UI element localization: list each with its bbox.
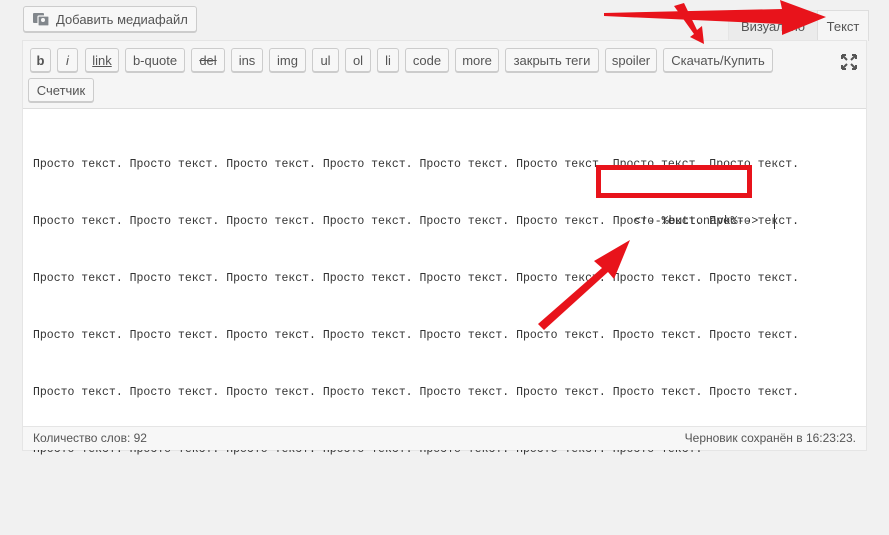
more-button[interactable]: more	[455, 48, 499, 72]
add-media-button[interactable]: Добавить медиафайл	[23, 6, 197, 32]
annotation-arrow-to-button	[674, 3, 704, 44]
ul-button[interactable]: ul	[312, 48, 339, 72]
inserted-shortcode: <!--%buttonavk%-->	[634, 215, 759, 228]
counter-button[interactable]: Счетчик	[28, 78, 94, 102]
img-button[interactable]: img	[269, 48, 306, 72]
text-line: Просто текст. Просто текст. Просто текст…	[33, 329, 800, 342]
status-bar: Количество слов: 92 Черновик сохранён в …	[23, 426, 866, 450]
text-line: Просто текст. Просто текст. Просто текст…	[33, 386, 800, 399]
annotation-highlight-box	[596, 165, 752, 198]
text-caret	[774, 214, 775, 229]
text-line: Просто текст. Просто текст. Просто текст…	[33, 272, 800, 285]
draft-saved-status: Черновик сохранён в 16:23:23.	[684, 431, 856, 445]
ins-button[interactable]: ins	[231, 48, 263, 72]
download-buy-button[interactable]: Скачать/Купить	[663, 48, 773, 72]
italic-button[interactable]: i	[57, 48, 78, 72]
editor-container: b i link b-quote del ins img ul ol li co…	[22, 40, 867, 456]
close-tags-button[interactable]: закрыть теги	[505, 48, 599, 72]
code-button[interactable]: code	[405, 48, 449, 72]
quicktags-toolbar: b i link b-quote del ins img ul ol li co…	[23, 41, 866, 109]
ol-button[interactable]: ol	[345, 48, 371, 72]
media-icon	[33, 13, 50, 27]
tab-visual[interactable]: Визуально	[728, 10, 818, 41]
tab-text[interactable]: Текст	[817, 10, 869, 41]
li-button[interactable]: li	[377, 48, 399, 72]
bold-button[interactable]: b	[30, 48, 51, 72]
word-count: Количество слов: 92	[33, 431, 147, 445]
link-button[interactable]: link	[85, 48, 119, 72]
del-button[interactable]: del	[191, 48, 225, 72]
add-media-label: Добавить медиафайл	[56, 11, 188, 27]
blockquote-button[interactable]: b-quote	[125, 48, 185, 72]
spoiler-button[interactable]: spoiler	[605, 48, 657, 72]
fullscreen-icon[interactable]	[840, 53, 858, 71]
